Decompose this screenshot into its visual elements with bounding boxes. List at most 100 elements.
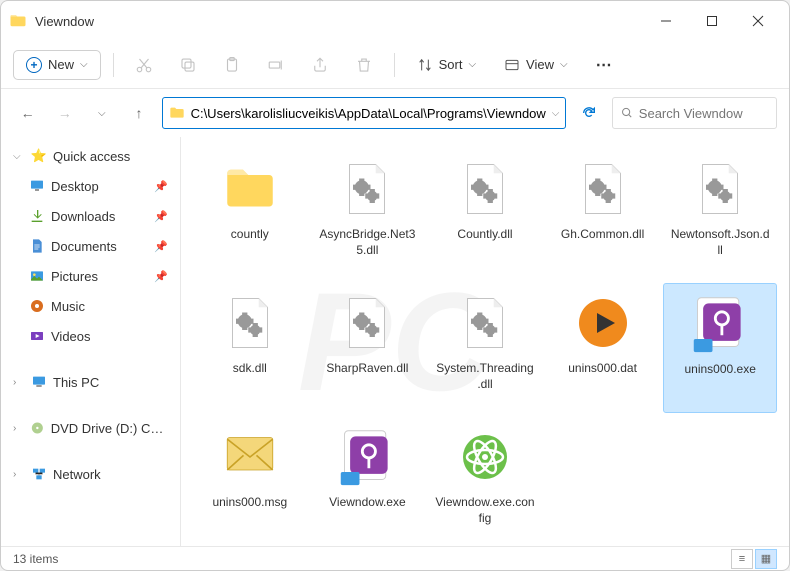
recent-button[interactable]: ⌵: [87, 97, 116, 129]
up-button[interactable]: ↑: [124, 97, 153, 129]
sidebar-this-pc[interactable]: › This PC: [1, 367, 180, 397]
file-item[interactable]: Gh.Common.dll: [546, 149, 660, 279]
sidebar-network[interactable]: › Network: [1, 459, 180, 489]
pin-icon: 📌: [154, 240, 168, 253]
folder-icon: [216, 155, 284, 223]
more-button[interactable]: ⋯: [586, 47, 622, 83]
dll-icon: [451, 155, 519, 223]
title-bar: Viewndow: [1, 1, 789, 41]
close-button[interactable]: [735, 5, 781, 37]
dll-icon: [569, 155, 637, 223]
sort-label: Sort: [439, 57, 463, 72]
view-mode-switcher: ≡ ▦: [731, 549, 777, 569]
sidebar-label: Music: [51, 299, 85, 314]
dll-icon: [451, 289, 519, 357]
disc-icon: [30, 420, 45, 436]
file-label: System.Threading.dll: [435, 361, 535, 392]
file-item[interactable]: unins000.dat: [546, 283, 660, 413]
minimize-button[interactable]: [643, 5, 689, 37]
file-item[interactable]: Countly.dll: [428, 149, 542, 279]
file-item[interactable]: SharpRaven.dll: [311, 283, 425, 413]
dll-icon: [333, 155, 401, 223]
config-icon: [451, 423, 519, 491]
file-grid: countly AsyncBridge.Net35.dll Countly.dll G…: [181, 137, 789, 546]
new-label: New: [48, 57, 74, 72]
file-label: Viewndow.exe: [329, 495, 406, 511]
msg-icon: [216, 423, 284, 491]
view-button[interactable]: View ⌵: [494, 51, 578, 79]
divider: [394, 53, 395, 77]
paste-button[interactable]: [214, 47, 250, 83]
search-input[interactable]: [639, 106, 768, 121]
window-controls: [643, 5, 781, 37]
sidebar-label: Downloads: [51, 209, 115, 224]
sidebar-music[interactable]: Music: [1, 291, 180, 321]
copy-button[interactable]: [170, 47, 206, 83]
search-box[interactable]: [612, 97, 778, 129]
file-item[interactable]: countly: [193, 149, 307, 279]
status-bar: 13 items ≡ ▦: [1, 546, 789, 570]
pin-icon: 📌: [154, 270, 168, 283]
videos-icon: [29, 328, 45, 344]
back-button[interactable]: ←: [13, 97, 42, 129]
sidebar-downloads[interactable]: Downloads 📌: [1, 201, 180, 231]
rename-button[interactable]: [258, 47, 294, 83]
dll-icon: [333, 289, 401, 357]
sidebar-label: Desktop: [51, 179, 99, 194]
file-label: AsyncBridge.Net35.dll: [317, 227, 417, 258]
forward-button[interactable]: →: [50, 97, 79, 129]
file-label: unins000.exe: [684, 362, 755, 378]
maximize-button[interactable]: [689, 5, 735, 37]
sort-button[interactable]: Sort ⌵: [407, 51, 486, 79]
refresh-button[interactable]: [574, 97, 603, 129]
window-title: Viewndow: [35, 14, 643, 29]
plus-icon: +: [26, 57, 42, 73]
file-label: SharpRaven.dll: [326, 361, 408, 377]
address-row: ← → ⌵ ↑ C:\Users\karolisliucveikis\AppDa…: [1, 89, 789, 137]
pc-icon: [31, 374, 47, 390]
file-label: Newtonsoft.Json.dll: [670, 227, 770, 258]
file-item[interactable]: System.Threading.dll: [428, 283, 542, 413]
address-text: C:\Users\karolisliucveikis\AppData\Local…: [191, 106, 546, 121]
item-count: 13 items: [13, 552, 58, 566]
sidebar-label: Documents: [51, 239, 117, 254]
chevron-down-icon: ⌵: [552, 108, 560, 119]
sidebar-quick-access[interactable]: ⌵ ⭐ Quick access: [1, 141, 180, 171]
sidebar-desktop[interactable]: Desktop 📌: [1, 171, 180, 201]
file-label: sdk.dll: [233, 361, 267, 377]
file-item[interactable]: Newtonsoft.Json.dll: [663, 149, 777, 279]
sidebar-documents[interactable]: Documents 📌: [1, 231, 180, 261]
dll-icon: [216, 289, 284, 357]
file-item[interactable]: AsyncBridge.Net35.dll: [311, 149, 425, 279]
file-item[interactable]: sdk.dll: [193, 283, 307, 413]
share-button[interactable]: [302, 47, 338, 83]
address-bar[interactable]: C:\Users\karolisliucveikis\AppData\Local…: [162, 97, 567, 129]
sidebar-videos[interactable]: Videos: [1, 321, 180, 351]
view-label: View: [526, 57, 554, 72]
file-label: unins000.msg: [212, 495, 287, 511]
dat-icon: [569, 289, 637, 357]
sidebar-pictures[interactable]: Pictures 📌: [1, 261, 180, 291]
file-label: Viewndow.exe.config: [435, 495, 535, 526]
sidebar-dvd[interactable]: › DVD Drive (D:) CCCC: [1, 413, 180, 443]
explorer-window: Viewndow + New ⌵ Sort ⌵ View ⌵: [0, 0, 790, 571]
file-item[interactable]: unins000.msg: [193, 417, 307, 546]
cut-button[interactable]: [126, 47, 162, 83]
new-button[interactable]: + New ⌵: [13, 50, 101, 80]
details-view-button[interactable]: ≡: [731, 549, 753, 569]
sidebar-label: Pictures: [51, 269, 98, 284]
sidebar-label: This PC: [53, 375, 99, 390]
documents-icon: [29, 238, 45, 254]
file-label: Countly.dll: [457, 227, 512, 243]
file-item[interactable]: unins000.exe: [663, 283, 777, 413]
toolbar: + New ⌵ Sort ⌵ View ⌵ ⋯: [1, 41, 789, 89]
folder-icon: [169, 105, 185, 121]
sort-icon: [417, 57, 433, 73]
dll-icon: [686, 155, 754, 223]
icons-view-button[interactable]: ▦: [755, 549, 777, 569]
delete-button[interactable]: [346, 47, 382, 83]
divider: [113, 53, 114, 77]
file-item[interactable]: Viewndow.exe: [311, 417, 425, 546]
file-item[interactable]: Viewndow.exe.config: [428, 417, 542, 546]
star-icon: ⭐: [31, 148, 47, 164]
